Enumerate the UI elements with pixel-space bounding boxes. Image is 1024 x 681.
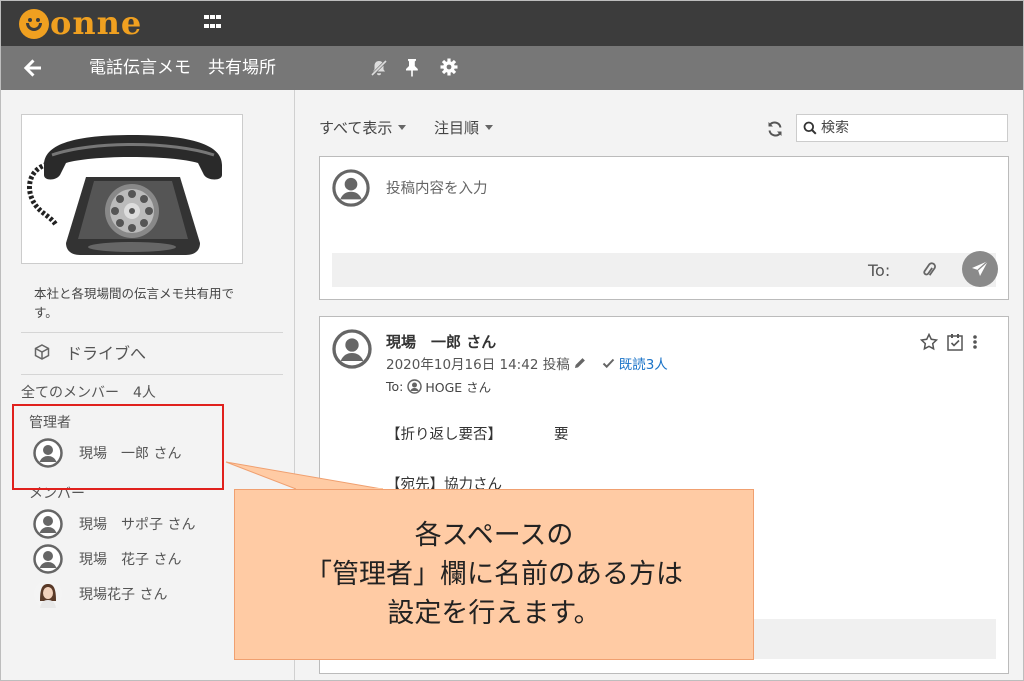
paperclip-icon[interactable] xyxy=(920,261,938,279)
member-user-name: 現場 花子 さん xyxy=(79,552,182,568)
more-vertical-icon[interactable] xyxy=(972,333,978,351)
callout-line: 設定を行えます。 xyxy=(387,598,601,629)
logo-text: onne xyxy=(50,4,143,42)
send-button[interactable] xyxy=(962,251,998,287)
filter-all-label: すべて表示 xyxy=(319,119,393,137)
admin-highlight-box xyxy=(12,404,224,490)
back-arrow-icon[interactable] xyxy=(21,56,45,80)
post-recipients: To: HOGE さん xyxy=(386,377,491,396)
post-to-label: To: xyxy=(386,379,404,394)
apps-grid-icon[interactable] xyxy=(204,15,222,31)
drive-box-icon xyxy=(34,344,50,360)
drive-label: ドライブへ xyxy=(66,344,147,363)
space-title: 電話伝言メモ 共有場所 xyxy=(89,58,276,78)
composer-toolbar xyxy=(332,253,996,287)
read-status-link[interactable]: 既読3人 xyxy=(619,353,668,373)
default-avatar-icon xyxy=(332,169,370,207)
all-members-count: 全てのメンバー 4人 xyxy=(21,385,156,401)
task-check-icon[interactable] xyxy=(946,333,964,351)
sort-dropdown[interactable]: 注目順 xyxy=(434,117,494,138)
callout-line: 「管理者」欄に名前のある方は xyxy=(305,559,683,590)
post-actions xyxy=(920,333,978,351)
search-icon xyxy=(803,121,817,135)
top-bar: onne xyxy=(1,1,1023,46)
post-author[interactable]: 現場 一郎 さん xyxy=(386,331,496,352)
post-body-key: 【折り返し要否】 xyxy=(386,427,502,443)
default-avatar-icon xyxy=(407,379,423,394)
caret-down-icon xyxy=(485,125,494,130)
sidebar-divider xyxy=(21,374,283,375)
logo-smile-c-icon xyxy=(19,8,49,39)
space-description: 本社と各現場間の伝言メモ共有用です。 xyxy=(34,286,235,320)
filter-all-dropdown[interactable]: すべて表示 xyxy=(319,117,407,138)
callout-line: 各スペースの xyxy=(414,520,574,551)
post-meta: 2020年10月16日 14:42 投稿 既読3人 xyxy=(386,353,668,373)
default-avatar-icon xyxy=(33,509,63,539)
default-avatar-icon xyxy=(33,544,63,574)
member-user-name: 現場花子 さん xyxy=(79,587,168,603)
refresh-icon[interactable] xyxy=(766,120,784,138)
sort-label: 注目順 xyxy=(434,119,480,137)
star-icon[interactable] xyxy=(920,333,938,351)
caret-down-icon xyxy=(398,125,407,130)
explanation-callout: 各スペースの 「管理者」欄に名前のある方は 設定を行えます。 xyxy=(234,489,754,660)
paper-plane-icon xyxy=(972,260,989,276)
drive-link[interactable]: ドライブへ xyxy=(34,340,146,364)
pin-icon[interactable] xyxy=(403,57,421,77)
gear-icon[interactable] xyxy=(439,57,459,77)
edit-pencil-icon[interactable] xyxy=(574,357,586,369)
post-timestamp: 2020年10月16日 14:42 投稿 xyxy=(386,357,570,373)
composer-to-field[interactable]: To: xyxy=(868,261,890,280)
space-header-bar: 電話伝言メモ 共有場所 xyxy=(1,46,1023,90)
member-user-name: 現場 サポ子 さん xyxy=(79,517,196,533)
check-icon xyxy=(602,358,614,369)
conne-logo[interactable]: onne xyxy=(19,1,142,46)
post-content-input[interactable]: 投稿内容を入力 xyxy=(386,177,488,198)
post-to-user[interactable]: HOGE さん xyxy=(425,377,491,396)
member-user-item[interactable]: 現場 サポ子 さん xyxy=(33,509,195,539)
mute-bell-icon[interactable] xyxy=(369,58,389,78)
post-body-value: 要 xyxy=(554,427,569,443)
sidebar-divider xyxy=(21,332,283,333)
member-user-item[interactable]: 現場 花子 さん xyxy=(33,544,181,574)
photo-avatar xyxy=(34,580,62,608)
member-user-item[interactable]: 現場花子 さん xyxy=(33,579,167,609)
post-body-line: 【折り返し要否】 要 xyxy=(386,423,569,444)
space-image-telephone xyxy=(21,114,243,264)
search-box[interactable] xyxy=(796,114,1008,142)
search-input[interactable] xyxy=(821,120,991,136)
default-avatar-icon xyxy=(332,329,372,369)
post-composer: 投稿内容を入力 To: xyxy=(319,156,1009,300)
